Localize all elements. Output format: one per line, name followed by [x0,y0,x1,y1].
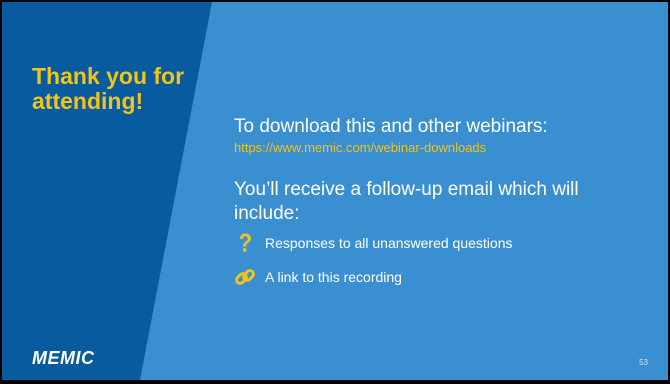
webinar-downloads-link[interactable]: https://www.memic.com/webinar-downloads [234,140,486,155]
followup-email-text: You’ll receive a follow-up email which w… [234,179,579,224]
bullet-text: A link to this recording [265,269,402,285]
bullet-text: Responses to all unanswered questions [265,235,513,251]
download-heading: To download this and other webinars: [234,116,548,137]
question-mark-icon [234,232,256,254]
presentation-slide: Thank you for attending! MEMIC To downlo… [2,2,668,380]
bullet-item-recording: A link to this recording [234,266,402,288]
bullet-item-questions: Responses to all unanswered questions [234,232,513,254]
memic-logo: MEMIC [32,348,95,368]
chain-link-icon [234,266,256,288]
page-number: 53 [639,358,648,367]
slide-title: Thank you for attending! [32,63,185,114]
